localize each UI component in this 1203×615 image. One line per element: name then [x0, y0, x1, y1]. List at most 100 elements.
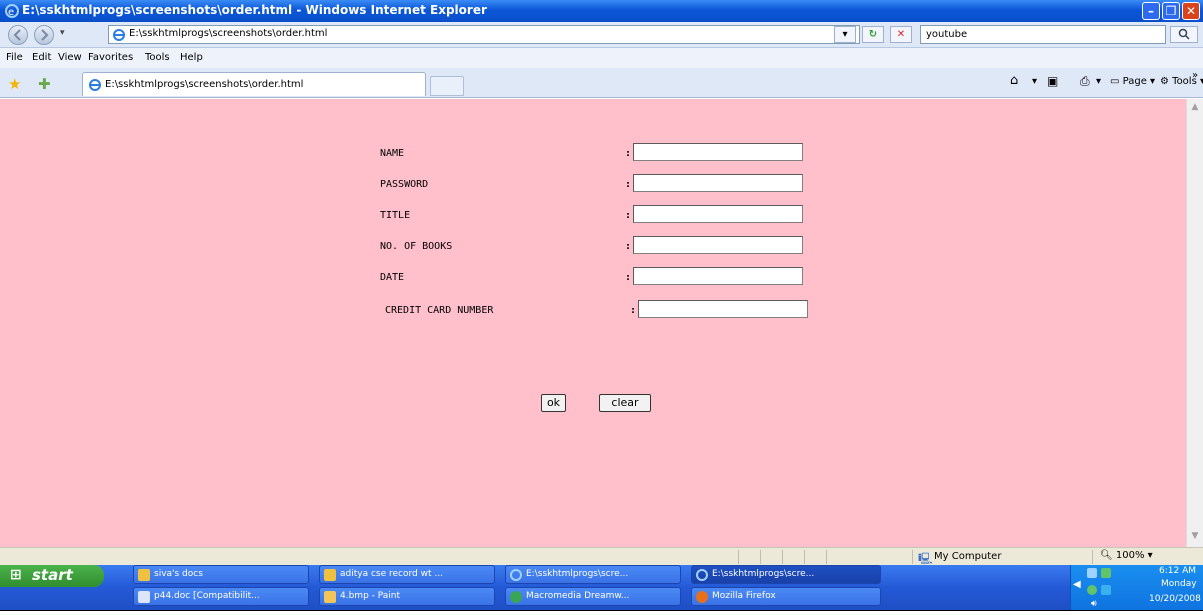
page-menu-label: Page — [1122, 76, 1147, 87]
print-dropdown-icon[interactable]: ▾ — [1096, 76, 1101, 87]
task-aditya-cse-record[interactable]: aditya cse record wt ... — [319, 565, 495, 584]
tray-expand-icon[interactable]: ◀ — [1073, 579, 1081, 590]
task-label: p44.doc [Compatibilit... — [154, 591, 260, 601]
page-menu[interactable]: ▭ Page ▾ — [1110, 76, 1155, 87]
status-bar: 🖳 My Computer 🔍︎ 100% ▾ — [0, 547, 1203, 565]
task-label: E:\sskhtmlprogs\scre... — [526, 569, 629, 579]
colon-credit-card-number: : — [630, 305, 637, 316]
zoom-level: 100% — [1115, 550, 1145, 561]
new-tab-button[interactable] — [430, 76, 464, 96]
stop-button[interactable]: ✕ — [890, 26, 912, 43]
menu-favorites[interactable]: Favorites — [88, 52, 133, 63]
back-arrow-icon — [13, 29, 21, 41]
no-of-books-field[interactable] — [633, 236, 803, 254]
window-title-bar[interactable]: e E:\sskhtmlprogs\screenshots\order.html… — [0, 0, 1203, 22]
paint-icon — [324, 591, 336, 603]
task-ie-window-2[interactable]: E:\sskhtmlprogs\scre... — [691, 565, 881, 584]
refresh-button[interactable]: ↻ — [862, 26, 884, 43]
title-field[interactable] — [633, 205, 803, 223]
credit-card-number-field[interactable] — [638, 300, 808, 318]
messenger-icon[interactable] — [1087, 585, 1097, 595]
label-name: NAME — [380, 148, 405, 159]
clock-date: 10/20/2008 — [1149, 594, 1201, 604]
status-divider — [804, 550, 805, 564]
date-field[interactable] — [633, 267, 803, 285]
task-paint[interactable]: 4.bmp - Paint — [319, 587, 495, 606]
taskbar: ⊞ start siva's docs aditya cse record wt… — [0, 565, 1203, 610]
svg-text:e: e — [8, 7, 14, 18]
scroll-up-arrow-icon[interactable]: ▲ — [1190, 102, 1200, 112]
start-label: start — [32, 566, 73, 584]
system-tray: ◀ 🔊︎ 6:12 AM Monday 10/20/2008 — [1070, 565, 1203, 610]
clock-day: Monday — [1161, 579, 1197, 589]
back-button[interactable] — [8, 25, 28, 45]
task-label: aditya cse record wt ... — [340, 569, 443, 579]
tray-app-icon[interactable] — [1101, 585, 1111, 595]
colon-name: : — [625, 148, 632, 159]
scroll-down-arrow-icon[interactable]: ▼ — [1190, 531, 1200, 541]
ok-button[interactable]: ok — [541, 394, 566, 412]
task-label: Macromedia Dreamw... — [526, 591, 630, 601]
task-p44-doc[interactable]: p44.doc [Compatibilit... — [133, 587, 309, 606]
close-button[interactable]: ✕ — [1182, 2, 1200, 20]
clear-button[interactable]: clear — [599, 394, 651, 412]
label-date: DATE — [380, 272, 405, 283]
status-divider — [760, 550, 761, 564]
feeds-icon[interactable]: ▣ — [1047, 74, 1058, 88]
name-field[interactable] — [633, 143, 803, 161]
password-field[interactable] — [633, 174, 803, 192]
tab-ie-icon — [89, 79, 101, 91]
network-icon[interactable] — [1087, 568, 1097, 578]
task-label: 4.bmp - Paint — [340, 591, 401, 601]
address-url: E:\sskhtmlprogs\screenshots\order.html — [129, 28, 328, 39]
search-button[interactable] — [1170, 26, 1198, 43]
word-document-icon — [138, 591, 150, 603]
search-input[interactable]: youtube — [920, 25, 1166, 44]
status-divider — [826, 550, 827, 564]
colon-no-of-books: : — [625, 241, 632, 252]
task-label: Mozilla Firefox — [712, 591, 776, 601]
tab-title: E:\sskhtmlprogs\screenshots\order.html — [105, 79, 304, 90]
tray-app-icon[interactable] — [1101, 568, 1111, 578]
start-button[interactable]: ⊞ start — [0, 565, 104, 587]
toolbar-overflow-button[interactable]: » — [1192, 70, 1198, 81]
menu-tools[interactable]: Tools — [145, 52, 170, 63]
menu-view[interactable]: View — [58, 52, 82, 63]
menu-edit[interactable]: Edit — [32, 52, 51, 63]
print-icon[interactable]: ⎙ — [1080, 74, 1090, 89]
firefox-icon — [696, 591, 708, 603]
colon-date: : — [625, 272, 632, 283]
colon-title: : — [625, 210, 632, 221]
label-no-of-books: NO. OF BOOKS — [380, 241, 453, 252]
minimize-button[interactable]: – — [1142, 2, 1160, 20]
home-icon[interactable]: ⌂ — [1010, 73, 1018, 88]
task-sivas-docs[interactable]: siva's docs — [133, 565, 309, 584]
ie-logo-icon: e — [5, 4, 19, 18]
volume-icon[interactable]: 🔊︎ — [1091, 599, 1097, 609]
folder-icon — [324, 569, 336, 581]
label-title: TITLE — [380, 210, 411, 221]
security-zone: My Computer — [934, 551, 1002, 562]
add-favorites-icon[interactable]: ✚ — [38, 75, 51, 93]
task-ie-window-1[interactable]: E:\sskhtmlprogs\scre... — [505, 565, 681, 584]
menu-help[interactable]: Help — [180, 52, 203, 63]
task-dreamweaver[interactable]: Macromedia Dreamw... — [505, 587, 681, 606]
zoom-control[interactable]: 🔍︎ 100% ▾ — [1100, 550, 1153, 561]
address-bar[interactable]: E:\sskhtmlprogs\screenshots\order.html — [108, 25, 860, 44]
ie-icon — [696, 569, 708, 581]
home-dropdown-icon[interactable]: ▾ — [1032, 76, 1037, 87]
status-divider — [738, 550, 739, 564]
maximize-button[interactable]: ❐ — [1162, 2, 1180, 20]
address-toolbar: ▾ E:\sskhtmlprogs\screenshots\order.html… — [0, 22, 1203, 48]
status-divider — [1092, 550, 1093, 564]
forward-button[interactable] — [34, 25, 54, 45]
status-divider — [912, 550, 913, 564]
recent-pages-dropdown-icon[interactable]: ▾ — [60, 28, 65, 38]
vertical-scrollbar[interactable]: ▲ ▼ — [1186, 99, 1203, 547]
task-label: siva's docs — [154, 569, 203, 579]
tab-active[interactable]: E:\sskhtmlprogs\screenshots\order.html — [82, 72, 426, 96]
task-firefox[interactable]: Mozilla Firefox — [691, 587, 881, 606]
address-dropdown-button[interactable]: ▾ — [834, 26, 856, 43]
favorites-star-icon[interactable]: ★ — [8, 75, 21, 93]
menu-file[interactable]: File — [6, 52, 23, 63]
